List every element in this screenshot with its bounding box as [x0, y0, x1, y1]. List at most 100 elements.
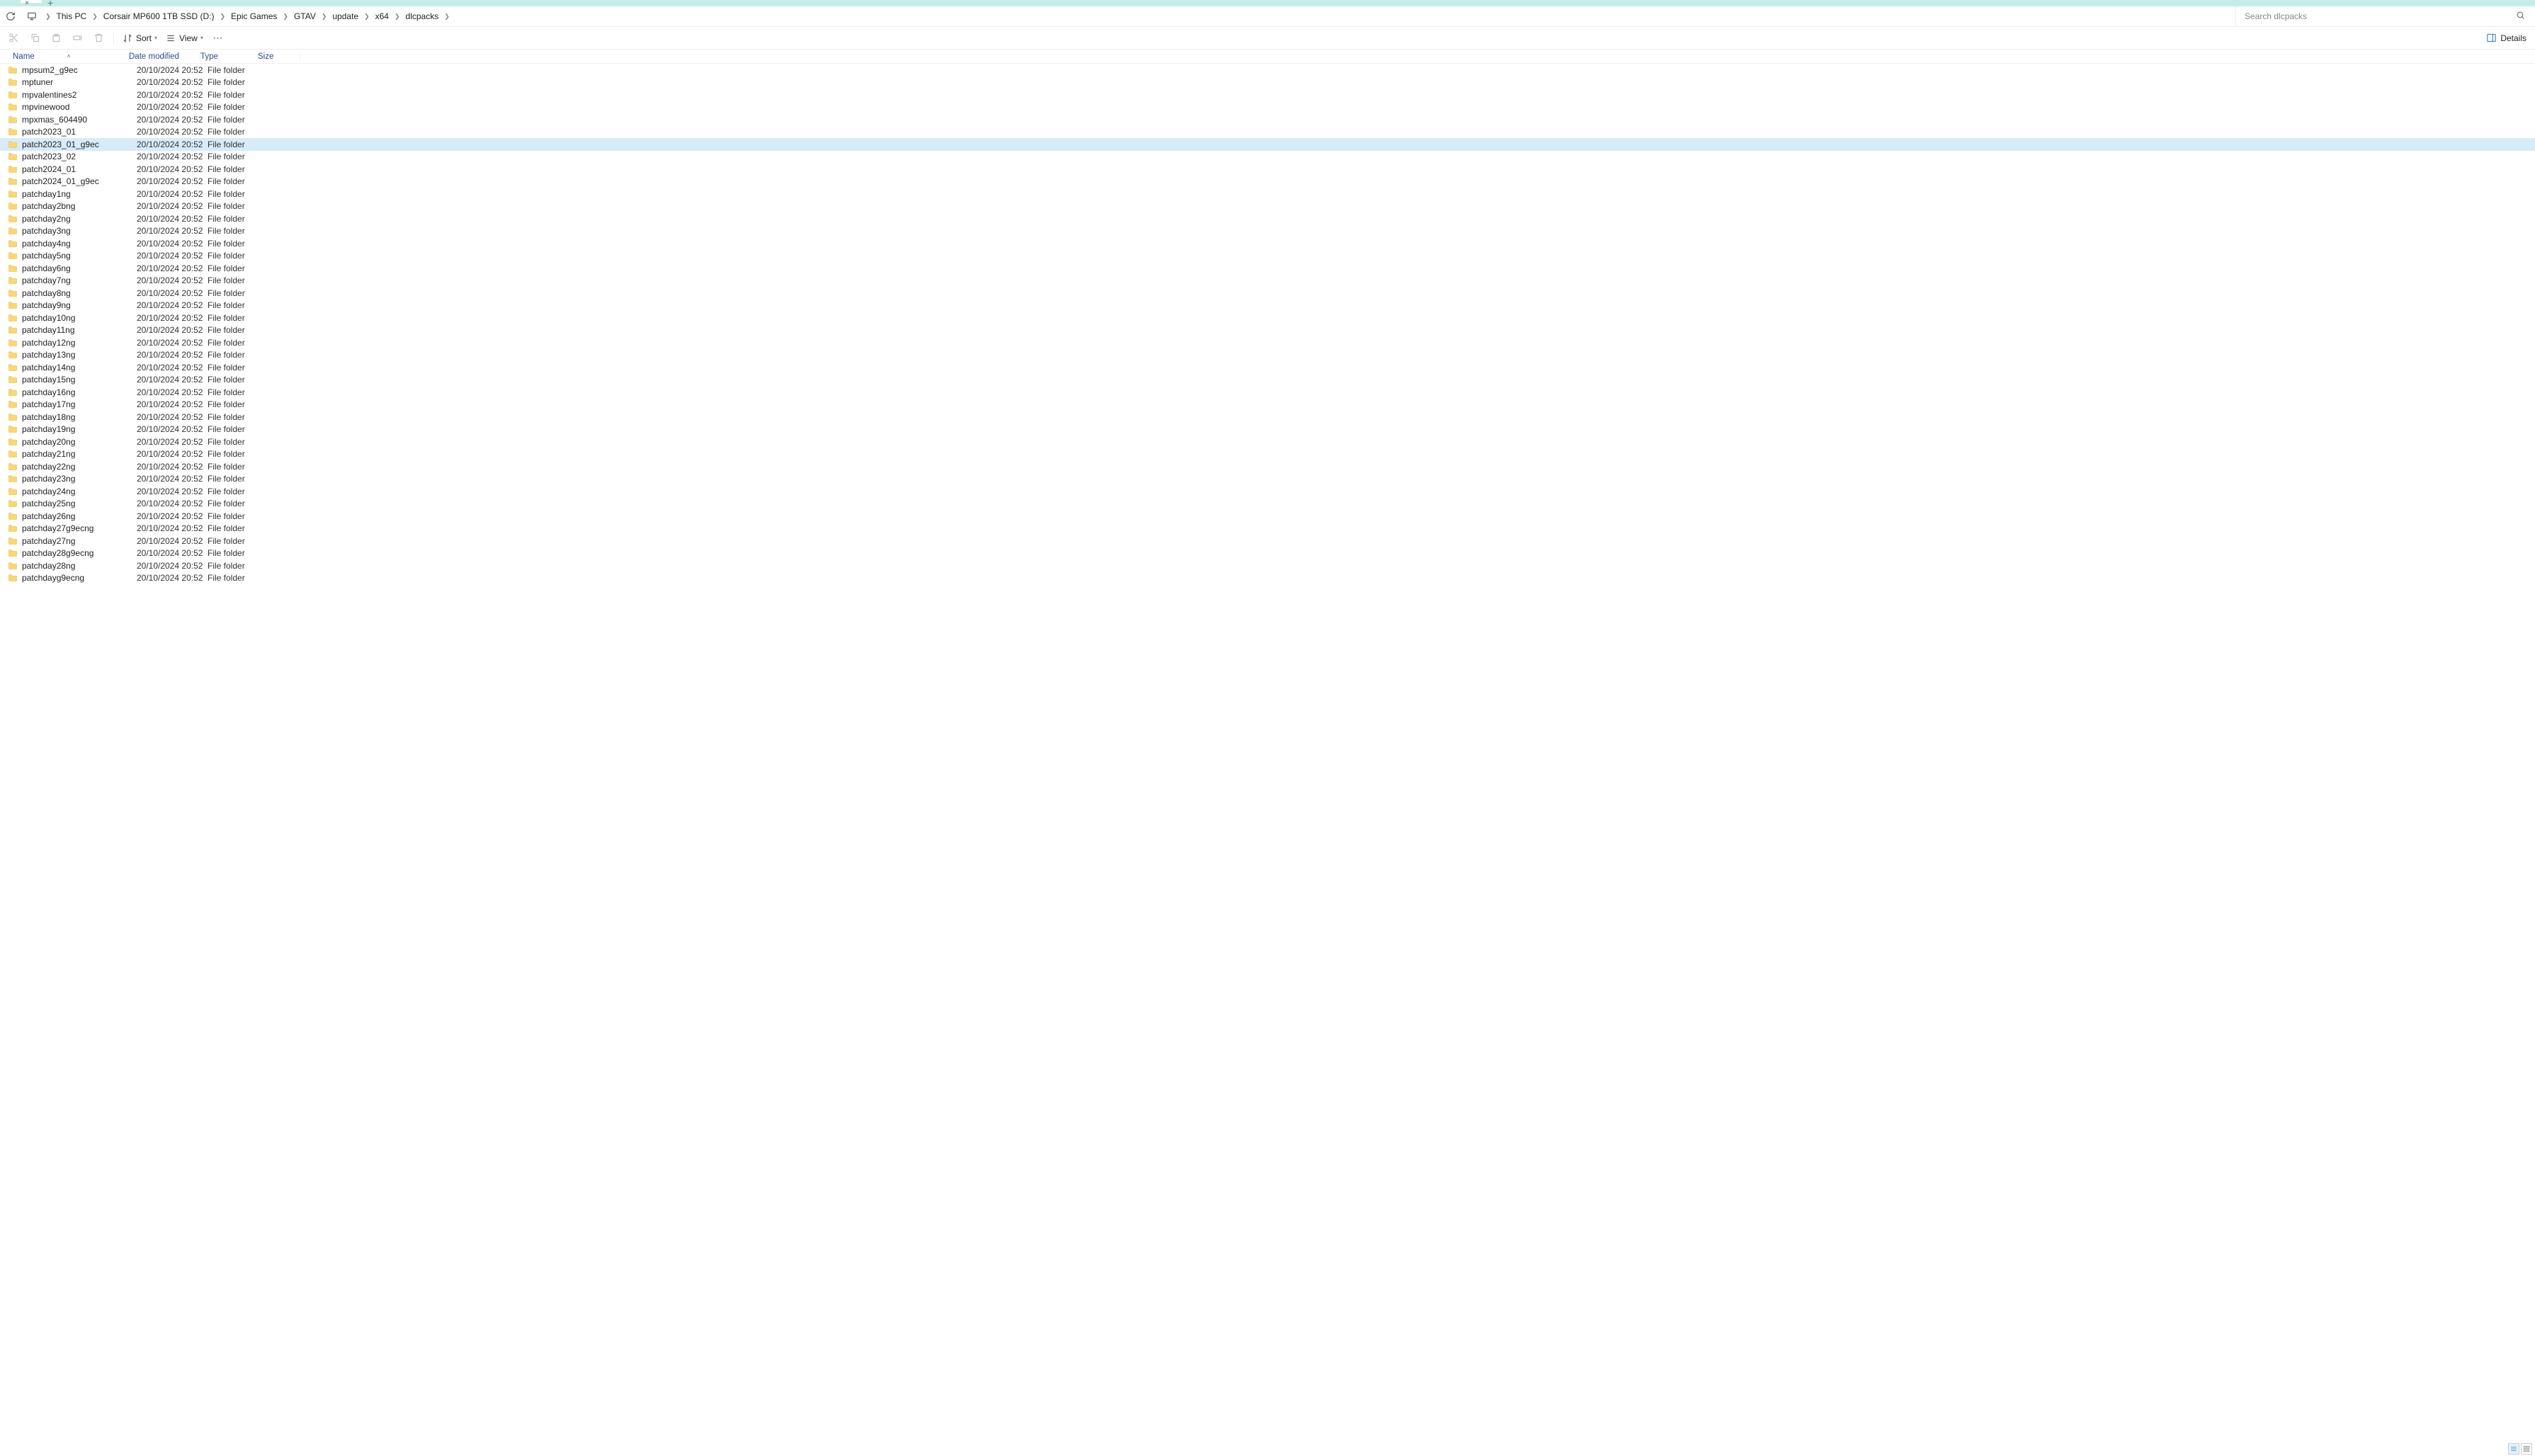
view-button[interactable]: View ▾ — [161, 33, 208, 43]
table-row[interactable]: patchday6ng20/10/2024 20:52File folder — [0, 262, 2535, 275]
row-date: 20/10/2024 20:52 — [137, 152, 208, 161]
table-row[interactable]: patchday7ng20/10/2024 20:52File folder — [0, 275, 2535, 288]
table-row[interactable]: patchday2ng20/10/2024 20:52File folder — [0, 212, 2535, 225]
table-row[interactable]: patchday12ng20/10/2024 20:52File folder — [0, 336, 2535, 349]
chevron-right-icon[interactable]: ❯ — [443, 13, 451, 21]
table-row[interactable]: patchday9ng20/10/2024 20:52File folder — [0, 300, 2535, 312]
row-date: 20/10/2024 20:52 — [137, 102, 208, 112]
details-pane-button[interactable]: Details — [2480, 33, 2532, 43]
folder-icon — [8, 276, 18, 285]
table-row[interactable]: patchday8ng20/10/2024 20:52File folder — [0, 287, 2535, 300]
chevron-right-icon[interactable]: ❯ — [363, 13, 371, 21]
new-tab-icon[interactable]: + — [47, 0, 53, 8]
address-bar: ❯ This PC❯Corsair MP600 1TB SSD (D:)❯Epi… — [0, 6, 2535, 27]
row-name: mpvinewood — [22, 102, 137, 112]
table-row[interactable]: patchday2bng20/10/2024 20:52File folder — [0, 200, 2535, 213]
breadcrumbs[interactable]: ❯ This PC❯Corsair MP600 1TB SSD (D:)❯Epi… — [40, 6, 2235, 26]
table-row[interactable]: patch2024_0120/10/2024 20:52File folder — [0, 163, 2535, 176]
table-row[interactable]: patchday21ng20/10/2024 20:52File folder — [0, 448, 2535, 461]
breadcrumb-item[interactable]: Epic Games — [227, 6, 281, 26]
table-row[interactable]: patchday16ng20/10/2024 20:52File folder — [0, 386, 2535, 399]
table-row[interactable]: patchday10ng20/10/2024 20:52File folder — [0, 312, 2535, 324]
table-row[interactable]: patchday19ng20/10/2024 20:52File folder — [0, 423, 2535, 436]
table-row[interactable]: patchday11ng20/10/2024 20:52File folder — [0, 324, 2535, 337]
search-box[interactable] — [2235, 6, 2532, 26]
table-row[interactable]: mptuner20/10/2024 20:52File folder — [0, 76, 2535, 89]
row-name: mptuner — [22, 77, 137, 87]
table-row[interactable]: patchday14ng20/10/2024 20:52File folder — [0, 361, 2535, 374]
row-name: patchday4ng — [22, 239, 137, 249]
folder-icon — [8, 375, 18, 384]
rename-icon[interactable] — [69, 30, 85, 46]
table-row[interactable]: patchday17ng20/10/2024 20:52File folder — [0, 399, 2535, 411]
table-row[interactable]: patchday28ng20/10/2024 20:52File folder — [0, 559, 2535, 572]
table-row[interactable]: mpsum2_g9ec20/10/2024 20:52File folder — [0, 64, 2535, 76]
paste-icon[interactable] — [48, 30, 64, 46]
table-row[interactable]: mpvinewood20/10/2024 20:52File folder — [0, 101, 2535, 114]
breadcrumb-item[interactable]: x64 — [371, 6, 393, 26]
pc-icon[interactable] — [24, 8, 40, 24]
column-header-name[interactable]: Name ˄ — [0, 52, 128, 61]
breadcrumb-item[interactable]: dlcpacks — [402, 6, 443, 26]
details-view-toggle[interactable] — [2508, 1443, 2519, 1455]
file-list[interactable]: mpsum2_g9ec20/10/2024 20:52File foldermp… — [0, 64, 2535, 1456]
folder-icon — [8, 314, 18, 322]
chevron-right-icon[interactable]: ❯ — [320, 13, 329, 21]
table-row[interactable]: patch2024_01_g9ec20/10/2024 20:52File fo… — [0, 176, 2535, 188]
table-row[interactable]: patch2023_0220/10/2024 20:52File folder — [0, 151, 2535, 164]
table-row[interactable]: patchday13ng20/10/2024 20:52File folder — [0, 349, 2535, 362]
chevron-right-icon[interactable]: ❯ — [91, 13, 99, 21]
row-date: 20/10/2024 20:52 — [137, 487, 208, 496]
column-header-size[interactable]: Size — [258, 52, 300, 61]
more-icon[interactable]: ⋯ — [210, 30, 226, 46]
chevron-right-icon[interactable]: ❯ — [393, 13, 402, 21]
breadcrumb-item[interactable]: update — [328, 6, 363, 26]
row-name: patchday21ng — [22, 449, 137, 459]
copy-icon[interactable] — [27, 30, 42, 46]
row-date: 20/10/2024 20:52 — [137, 288, 208, 298]
chevron-right-icon[interactable]: ❯ — [44, 13, 52, 21]
breadcrumb-item[interactable]: This PC — [52, 6, 91, 26]
table-row[interactable]: patchday1ng20/10/2024 20:52File folder — [0, 188, 2535, 200]
row-type: File folder — [208, 363, 264, 372]
table-row[interactable]: mpvalentines220/10/2024 20:52File folder — [0, 89, 2535, 101]
table-row[interactable]: patchday23ng20/10/2024 20:52File folder — [0, 473, 2535, 486]
table-row[interactable]: patchday27ng20/10/2024 20:52File folder — [0, 535, 2535, 547]
table-row[interactable]: patchday27g9ecng20/10/2024 20:52File fol… — [0, 523, 2535, 535]
row-name: patchday11ng — [22, 325, 137, 335]
chevron-right-icon[interactable]: ❯ — [281, 13, 290, 21]
table-row[interactable]: patchday15ng20/10/2024 20:52File folder — [0, 374, 2535, 387]
cut-icon[interactable] — [6, 30, 21, 46]
row-name: mpxmas_604490 — [22, 115, 137, 125]
table-row[interactable]: patchday3ng20/10/2024 20:52File folder — [0, 225, 2535, 238]
table-row[interactable]: patchday22ng20/10/2024 20:52File folder — [0, 460, 2535, 473]
table-row[interactable]: patchday25ng20/10/2024 20:52File folder — [0, 498, 2535, 511]
breadcrumb-item[interactable]: GTAV — [290, 6, 320, 26]
table-row[interactable]: patchday26ng20/10/2024 20:52File folder — [0, 510, 2535, 523]
sort-button[interactable]: Sort ▾ — [118, 33, 161, 43]
table-row[interactable]: patchdayg9ecng20/10/2024 20:52File folde… — [0, 572, 2535, 585]
table-row[interactable]: patch2023_0120/10/2024 20:52File folder — [0, 126, 2535, 139]
chevron-right-icon[interactable]: ❯ — [218, 13, 227, 21]
search-input[interactable] — [2243, 11, 2516, 22]
table-row[interactable]: patch2023_01_g9ec20/10/2024 20:52File fo… — [0, 138, 2535, 151]
table-row[interactable]: patchday20ng20/10/2024 20:52File folder — [0, 436, 2535, 448]
thumbnails-view-toggle[interactable] — [2521, 1443, 2532, 1455]
table-row[interactable]: patchday28g9ecng20/10/2024 20:52File fol… — [0, 547, 2535, 560]
refresh-icon[interactable] — [3, 8, 18, 24]
folder-icon — [8, 215, 18, 223]
folder-icon — [8, 351, 18, 359]
folder-icon — [8, 103, 18, 111]
column-header-date[interactable]: Date modified — [129, 52, 200, 61]
column-header-type[interactable]: Type — [200, 52, 257, 61]
breadcrumb-item[interactable]: Corsair MP600 1TB SSD (D:) — [99, 6, 219, 26]
table-row[interactable]: patchday5ng20/10/2024 20:52File folder — [0, 250, 2535, 263]
delete-icon[interactable] — [91, 30, 106, 46]
table-row[interactable]: patchday4ng20/10/2024 20:52File folder — [0, 237, 2535, 250]
table-row[interactable]: mpxmas_60449020/10/2024 20:52File folder — [0, 113, 2535, 126]
tab-close-icon[interactable]: × — [25, 0, 29, 7]
table-row[interactable]: patchday24ng20/10/2024 20:52File folder — [0, 485, 2535, 498]
window-tab[interactable] — [21, 0, 42, 3]
search-icon[interactable] — [2516, 11, 2525, 22]
table-row[interactable]: patchday18ng20/10/2024 20:52File folder — [0, 411, 2535, 423]
